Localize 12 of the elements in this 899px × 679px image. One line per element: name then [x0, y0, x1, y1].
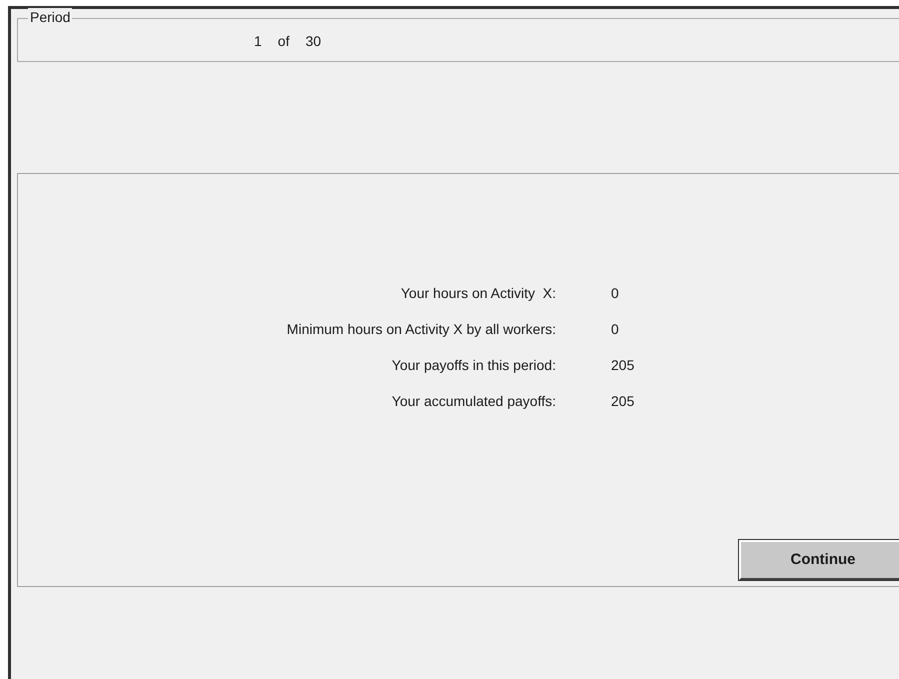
result-label: Minimum hours on Activity X by all workers: — [286, 320, 556, 338]
result-value: 205 — [611, 392, 634, 410]
continue-button[interactable]: Continue — [739, 540, 899, 580]
period-total: 30 — [305, 32, 322, 51]
result-value: 0 — [611, 284, 619, 302]
period-separator: of — [278, 32, 290, 51]
result-value: 0 — [611, 320, 619, 338]
result-label: Your hours on Activity X: — [400, 284, 556, 302]
period-number: 1 — [254, 32, 262, 51]
result-value: 205 — [611, 356, 634, 374]
result-label: Your payoffs in this period: — [390, 356, 556, 374]
result-label: Your accumulated payoffs: — [390, 392, 556, 410]
